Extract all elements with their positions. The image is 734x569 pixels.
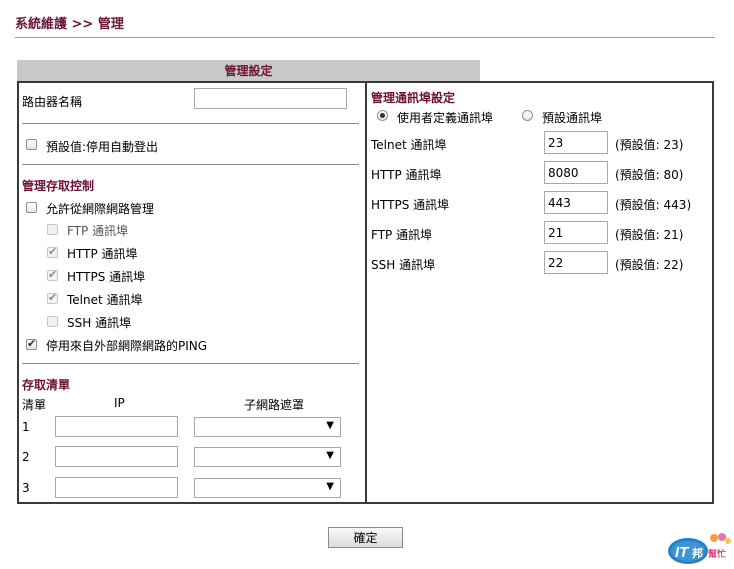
port-label-ftp: FTP 通訊埠 [371, 228, 433, 242]
access-control-title: 管理存取控制 [22, 179, 95, 193]
panel-column-divider [365, 81, 367, 504]
logo-help-text: 幫忙 [708, 548, 726, 560]
access-list-title: 存取清單 [22, 378, 71, 392]
list-mask-select-3[interactable]: ▼ [194, 478, 341, 498]
dropdown-arrow-icon: ▼ [326, 420, 334, 431]
list-ip-input-2[interactable] [55, 446, 178, 467]
http-service-label: HTTP 通訊埠 [67, 247, 138, 261]
telnet-service-checkbox[interactable]: ✔ [47, 291, 58, 304]
list-header-ip: IP [114, 396, 125, 410]
list-ip-input-3[interactable] [55, 477, 178, 498]
divider [22, 164, 359, 165]
port-default-https: (預設值: 443) [615, 198, 692, 212]
https-service-label: HTTPS 通訊埠 [67, 270, 146, 284]
ssh-service-label: SSH 通訊埠 [67, 316, 132, 330]
default-port-radio[interactable] [522, 110, 533, 121]
port-default-ftp: (預設值: 21) [615, 228, 684, 242]
dropdown-arrow-icon: ▼ [326, 450, 334, 461]
ssh-port-input[interactable] [544, 251, 608, 274]
header-divider [15, 37, 715, 38]
ithome-logo-icon: IT 邦 幫忙 [668, 533, 731, 564]
auto-logout-checkbox[interactable] [26, 139, 37, 150]
auto-logout-label: 預設值:停用自動登出 [46, 140, 159, 154]
port-settings-title: 管理通訊埠設定 [371, 91, 456, 105]
list-ip-input-1[interactable] [55, 416, 178, 437]
logo-it-text: IT [675, 544, 690, 561]
list-mask-select-1[interactable]: ▼ [194, 417, 341, 437]
port-default-ssh: (預設值: 22) [615, 258, 684, 272]
section-title: 管理設定 [17, 60, 480, 81]
divider [22, 363, 359, 364]
list-row-index: 1 [22, 420, 30, 434]
custom-port-radio[interactable] [377, 110, 388, 121]
breadcrumb: 系統維護 >> 管理 [15, 17, 124, 32]
https-service-checkbox[interactable]: ✔ [47, 268, 58, 281]
ftp-port-input[interactable] [544, 221, 608, 244]
allow-internet-label: 允許從網際網路管理 [46, 202, 155, 216]
telnet-service-label: Telnet 通訊埠 [67, 293, 143, 307]
ftp-service-checkbox[interactable] [47, 224, 58, 235]
telnet-port-input[interactable] [544, 131, 608, 154]
list-row-index: 2 [22, 450, 30, 464]
list-row-index: 3 [22, 481, 30, 495]
allow-internet-checkbox[interactable] [26, 202, 37, 213]
router-name-input[interactable] [194, 88, 347, 109]
disable-ping-label: 停用來自外部網際網路的PING [46, 339, 208, 353]
ssh-service-checkbox[interactable] [47, 316, 58, 327]
list-header-index: 清單 [22, 398, 47, 412]
http-service-checkbox[interactable]: ✔ [47, 245, 58, 258]
divider [22, 123, 359, 124]
list-mask-select-2[interactable]: ▼ [194, 447, 341, 467]
ok-button[interactable]: 確定 [328, 527, 403, 548]
port-label-telnet: Telnet 通訊埠 [371, 138, 447, 152]
custom-port-radio-label: 使用者定義通訊埠 [397, 111, 494, 125]
list-header-mask: 子網路遮罩 [244, 398, 305, 412]
ftp-service-label: FTP 通訊埠 [67, 224, 129, 238]
port-default-http: (預設值: 80) [615, 168, 684, 182]
port-label-http: HTTP 通訊埠 [371, 168, 442, 182]
https-port-input[interactable] [544, 191, 608, 214]
http-port-input[interactable] [544, 161, 608, 184]
disable-ping-checkbox[interactable]: ✔ [26, 337, 37, 350]
port-label-ssh: SSH 通訊埠 [371, 258, 436, 272]
dropdown-arrow-icon: ▼ [326, 481, 334, 492]
logo-bang-text: 邦 [692, 546, 703, 560]
default-port-radio-label: 預設通訊埠 [542, 111, 603, 125]
port-label-https: HTTPS 通訊埠 [371, 198, 450, 212]
port-default-telnet: (預設值: 23) [615, 138, 684, 152]
router-name-label: 路由器名稱 [22, 95, 83, 109]
